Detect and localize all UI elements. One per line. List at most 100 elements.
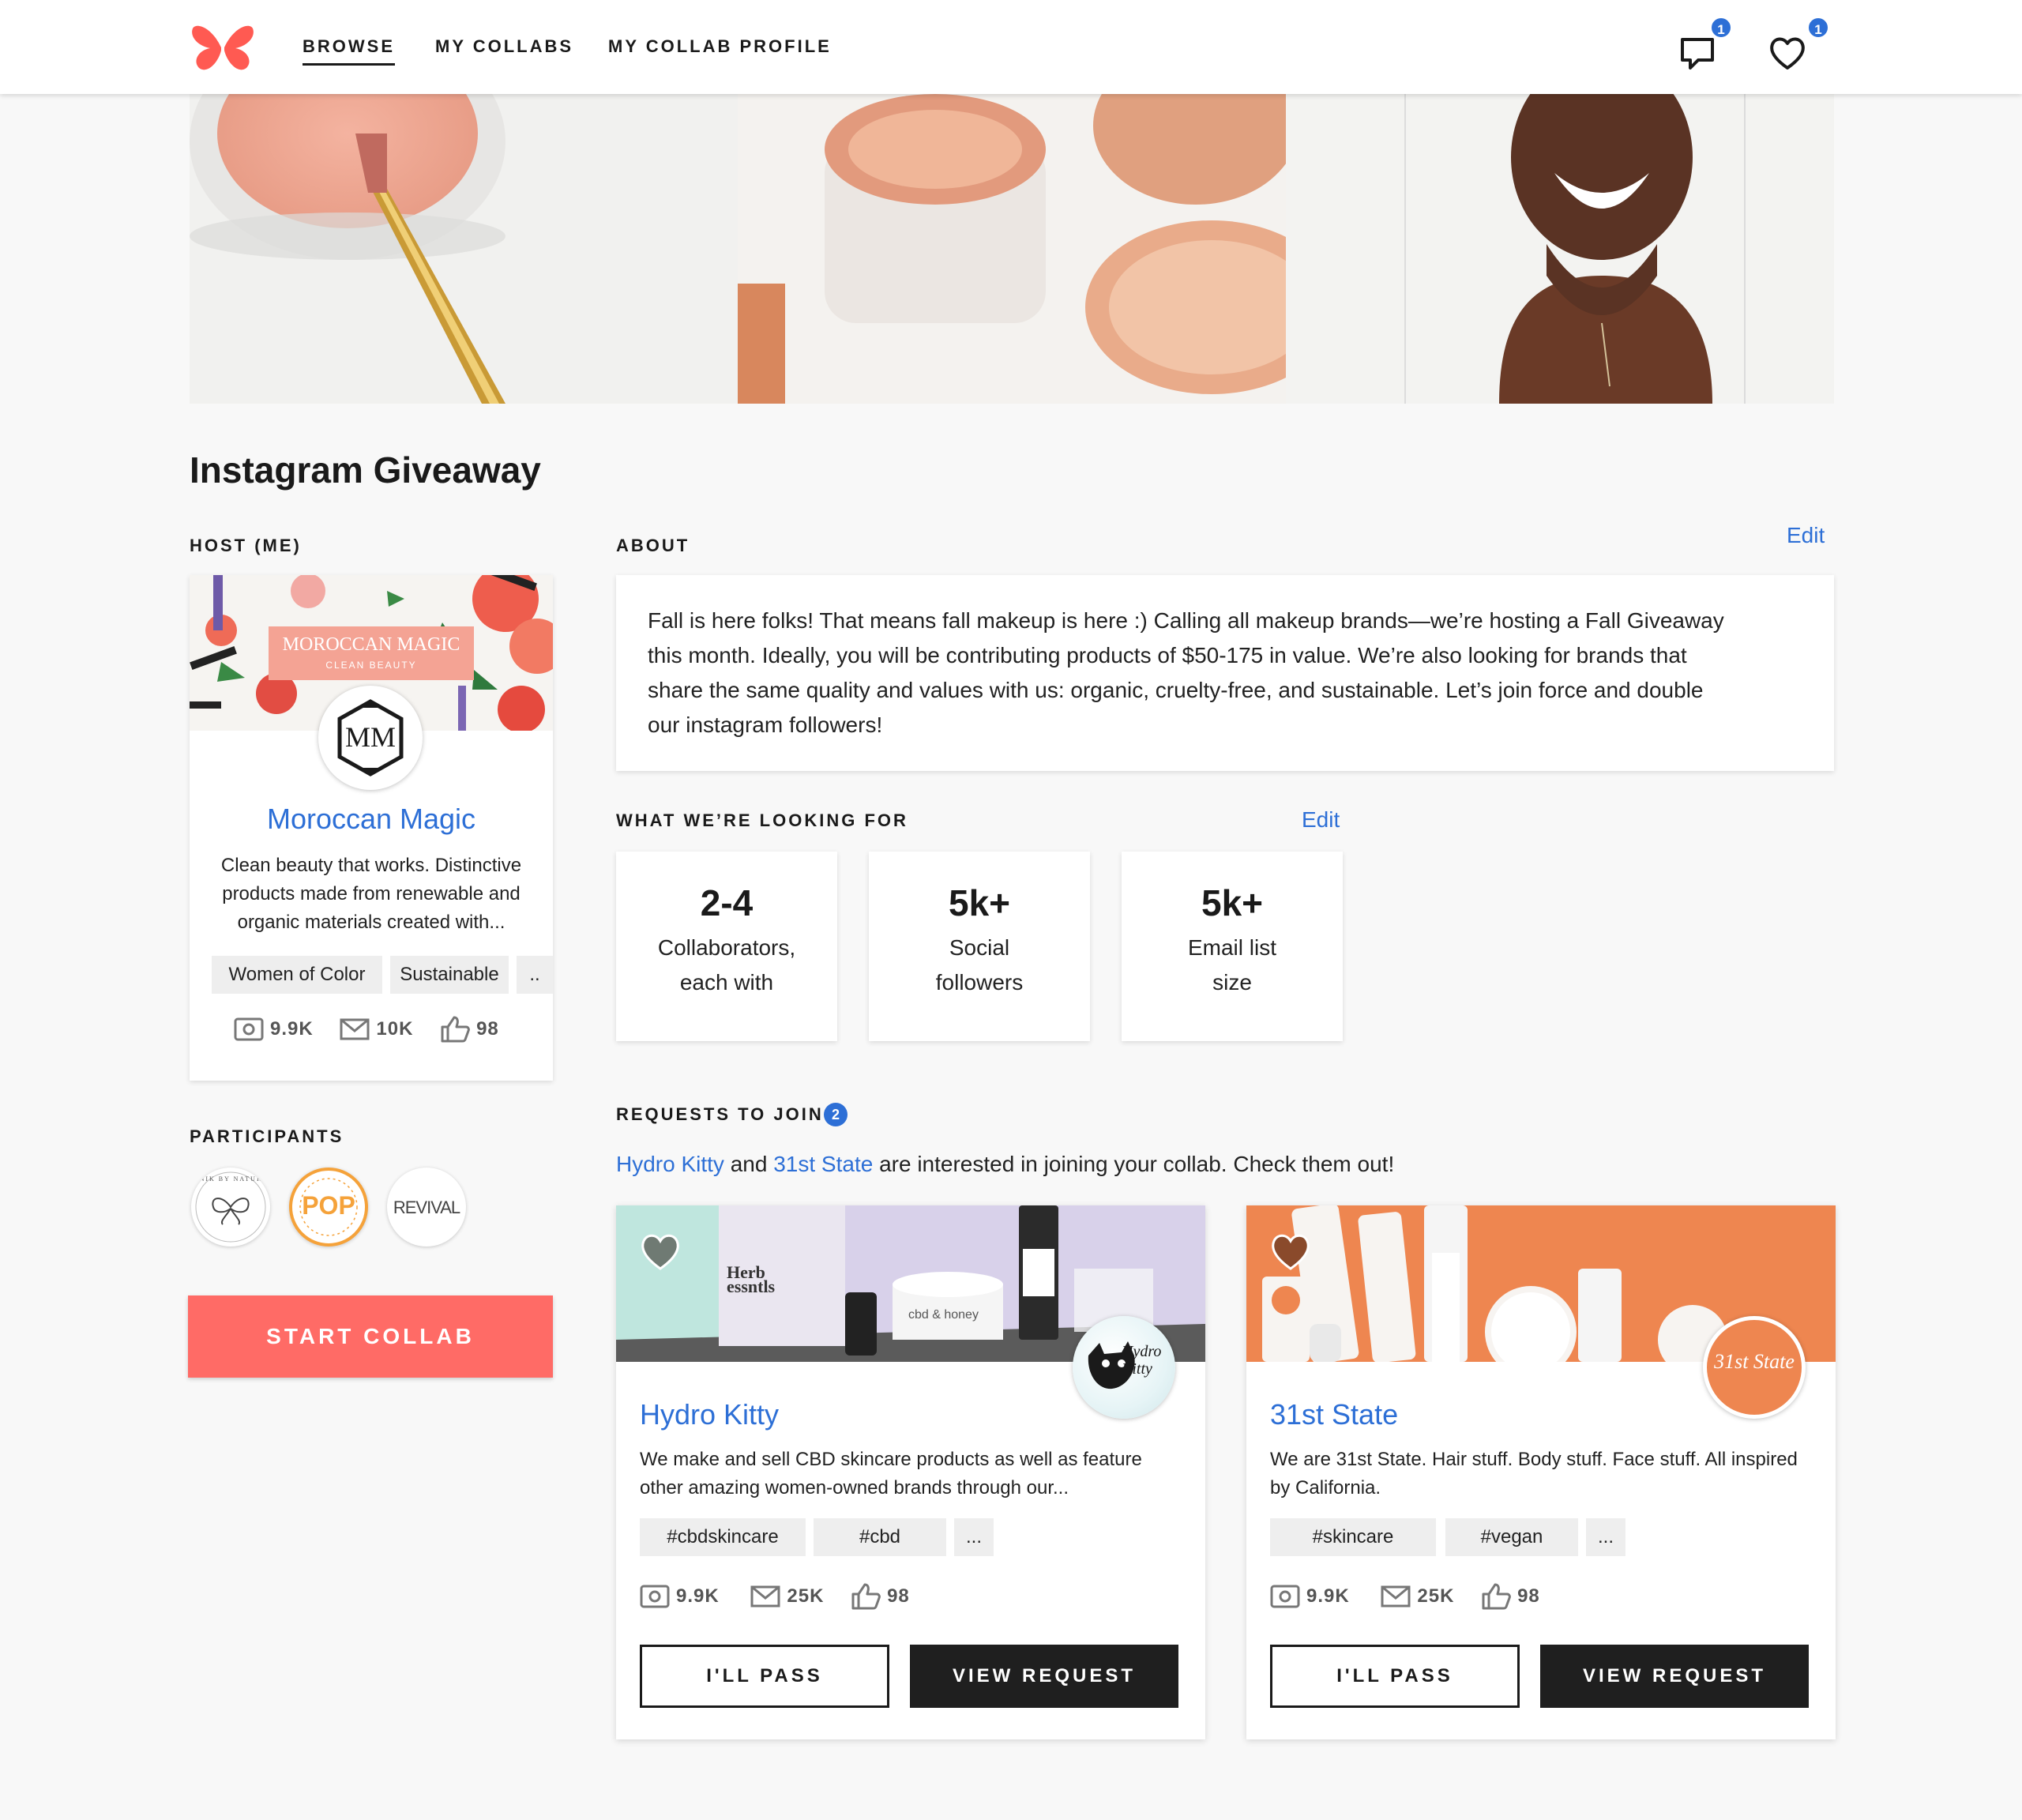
host-logo: MM: [318, 686, 423, 790]
banner-text: Herb essntls: [727, 1262, 776, 1296]
stat-email: 10K: [340, 1017, 413, 1041]
participant-text: UNIK BY NATURE: [193, 1175, 269, 1183]
messages-icon[interactable]: [1678, 33, 1717, 73]
about-card: Fall is here folks! That means fall make…: [616, 575, 1834, 771]
stat-email: 25K: [1381, 1585, 1454, 1608]
looking-for-label-text: Collaborators, each with: [657, 935, 796, 995]
requests-sentence: Hydro Kitty and 31st State are intereste…: [616, 1152, 1394, 1177]
stat-likes-value: 98: [1517, 1585, 1540, 1607]
host-description: Clean beauty that works. Distinctive pro…: [220, 855, 522, 933]
looking-for-card: 2-4 Collaborators, each with: [616, 852, 837, 1041]
favorite-heart-icon[interactable]: [1268, 1229, 1313, 1273]
host-banner-sub: CLEAN BEAUTY: [325, 660, 417, 671]
host-tag-more[interactable]: ..: [517, 956, 553, 994]
page-title: Instagram Giveaway: [190, 449, 541, 491]
nav-browse[interactable]: BROWSE: [303, 36, 395, 66]
start-collab-button[interactable]: START COLLAB: [188, 1295, 553, 1378]
request-stats: 9.9K 25K 98: [640, 1583, 930, 1610]
pass-button[interactable]: I'LL PASS: [640, 1645, 889, 1708]
messages-badge: 1: [1709, 16, 1733, 39]
request-card-31st-state: 31st State 31st State We are 31st State.…: [1246, 1205, 1836, 1739]
host-banner-brand-box: MOROCCAN MAGIC CLEAN BEAUTY: [269, 626, 474, 680]
request-logo: Hydro Kitty: [1073, 1316, 1175, 1419]
looking-for-label-text: Social followers: [935, 935, 1024, 995]
request-tag: #cbdskincare: [640, 1518, 806, 1556]
request-logo-text: Hydro Kitty: [1122, 1343, 1162, 1378]
requests-sentence-rest: are interested in joining your collab. C…: [873, 1152, 1395, 1176]
favorite-heart-icon[interactable]: [638, 1229, 682, 1273]
request-description: We are 31st State. Hair stuff. Body stuf…: [1270, 1449, 1798, 1498]
hero-images: [190, 94, 1834, 404]
looking-for-label-text: Email list size: [1187, 935, 1276, 995]
nav-my-collab-profile[interactable]: MY COLLAB PROFILE: [608, 36, 832, 57]
looking-for-card: 5k+ Social followers: [869, 852, 1090, 1041]
request-card-hydro-kitty: Herb essntls cbd & honey Hydro Kitty Hyd…: [616, 1205, 1205, 1739]
stat-instagram-value: 9.9K: [1306, 1585, 1350, 1607]
stat-likes: 98: [851, 1583, 910, 1610]
butterfly-logo-icon[interactable]: [190, 24, 256, 73]
participants-label: PARTICIPANTS: [190, 1126, 344, 1146]
host-section-label: HOST (ME): [190, 536, 302, 555]
request-tag: #skincare: [1270, 1518, 1436, 1556]
requests-link-31st-state[interactable]: 31st State: [773, 1152, 873, 1176]
nav-my-collabs[interactable]: MY COLLABS: [435, 36, 573, 57]
host-tag: Women of Color: [212, 956, 382, 994]
about-edit-link[interactable]: Edit: [1787, 523, 1825, 548]
jar-label: cbd & honey: [908, 1308, 979, 1322]
request-name[interactable]: 31st State: [1270, 1398, 1398, 1431]
stat-likes-value: 98: [476, 1018, 499, 1040]
host-name[interactable]: Moroccan Magic: [190, 803, 553, 836]
hero-image-smiling-woman: [1286, 94, 1834, 404]
stat-instagram-value: 9.9K: [270, 1018, 314, 1040]
looking-for-card: 5k+ Email list size: [1122, 852, 1343, 1041]
host-banner-brand: MOROCCAN MAGIC: [282, 634, 460, 655]
instagram-icon: [234, 1017, 264, 1041]
heart-icon[interactable]: [1768, 33, 1807, 73]
host-card[interactable]: MOROCCAN MAGIC CLEAN BEAUTY MM Moroccan …: [190, 575, 553, 1081]
hero-image-powder-jar: [738, 94, 1286, 404]
thumbs-up-icon: [441, 1016, 470, 1043]
request-tag-more[interactable]: ...: [1586, 1518, 1625, 1556]
requests-link-hydro-kitty[interactable]: Hydro Kitty: [616, 1152, 724, 1176]
stat-email-value: 25K: [1417, 1585, 1455, 1607]
request-tag: #vegan: [1445, 1518, 1578, 1556]
request-name[interactable]: Hydro Kitty: [640, 1398, 779, 1431]
host-stats: 9.9K 10K 98: [234, 1016, 520, 1043]
participant-pop[interactable]: POP: [289, 1168, 368, 1247]
requests-count-badge: 2: [824, 1103, 848, 1126]
stat-likes-value: 98: [887, 1585, 910, 1607]
thumbs-up-icon: [1482, 1583, 1511, 1610]
view-request-button[interactable]: VIEW REQUEST: [1540, 1645, 1809, 1708]
looking-for-value: 5k+: [948, 882, 1011, 923]
email-icon: [750, 1585, 780, 1608]
top-nav: BROWSE MY COLLABS MY COLLAB PROFILE 1 1: [0, 0, 2022, 94]
request-description: We make and sell CBD skincare products a…: [640, 1449, 1142, 1498]
email-icon: [1381, 1585, 1411, 1608]
request-logo: 31st State: [1703, 1316, 1806, 1419]
view-request-button[interactable]: VIEW REQUEST: [910, 1645, 1178, 1708]
hero-image-brush-jar: [190, 94, 738, 404]
stat-instagram: 9.9K: [640, 1585, 720, 1608]
pass-button[interactable]: I'LL PASS: [1270, 1645, 1520, 1708]
participant-revival[interactable]: REVIVAL: [387, 1168, 466, 1247]
stat-email-value: 25K: [787, 1585, 825, 1607]
instagram-icon: [1270, 1585, 1300, 1608]
about-label: ABOUT: [616, 536, 690, 555]
email-icon: [340, 1018, 370, 1040]
stat-instagram-value: 9.9K: [676, 1585, 720, 1607]
participant-text: POP: [302, 1191, 355, 1220]
request-logo-text: 31st State: [1714, 1350, 1795, 1373]
participant-unik-by-nature[interactable]: UNIK BY NATURE: [191, 1168, 270, 1247]
thumbs-up-icon: [851, 1583, 881, 1610]
request-stats: 9.9K 25K 98: [1270, 1583, 1561, 1610]
about-text: Fall is here folks! That means fall make…: [648, 608, 1724, 737]
host-tag: Sustainable: [390, 956, 509, 994]
stat-instagram: 9.9K: [234, 1017, 314, 1041]
stat-email-value: 10K: [376, 1018, 414, 1040]
participant-text: REVIVAL: [393, 1198, 460, 1217]
stat-instagram: 9.9K: [1270, 1585, 1350, 1608]
looking-for-edit-link[interactable]: Edit: [1302, 807, 1340, 833]
looking-for-value: 5k+: [1201, 882, 1264, 923]
request-tag-more[interactable]: ...: [954, 1518, 994, 1556]
stat-email: 25K: [750, 1585, 824, 1608]
